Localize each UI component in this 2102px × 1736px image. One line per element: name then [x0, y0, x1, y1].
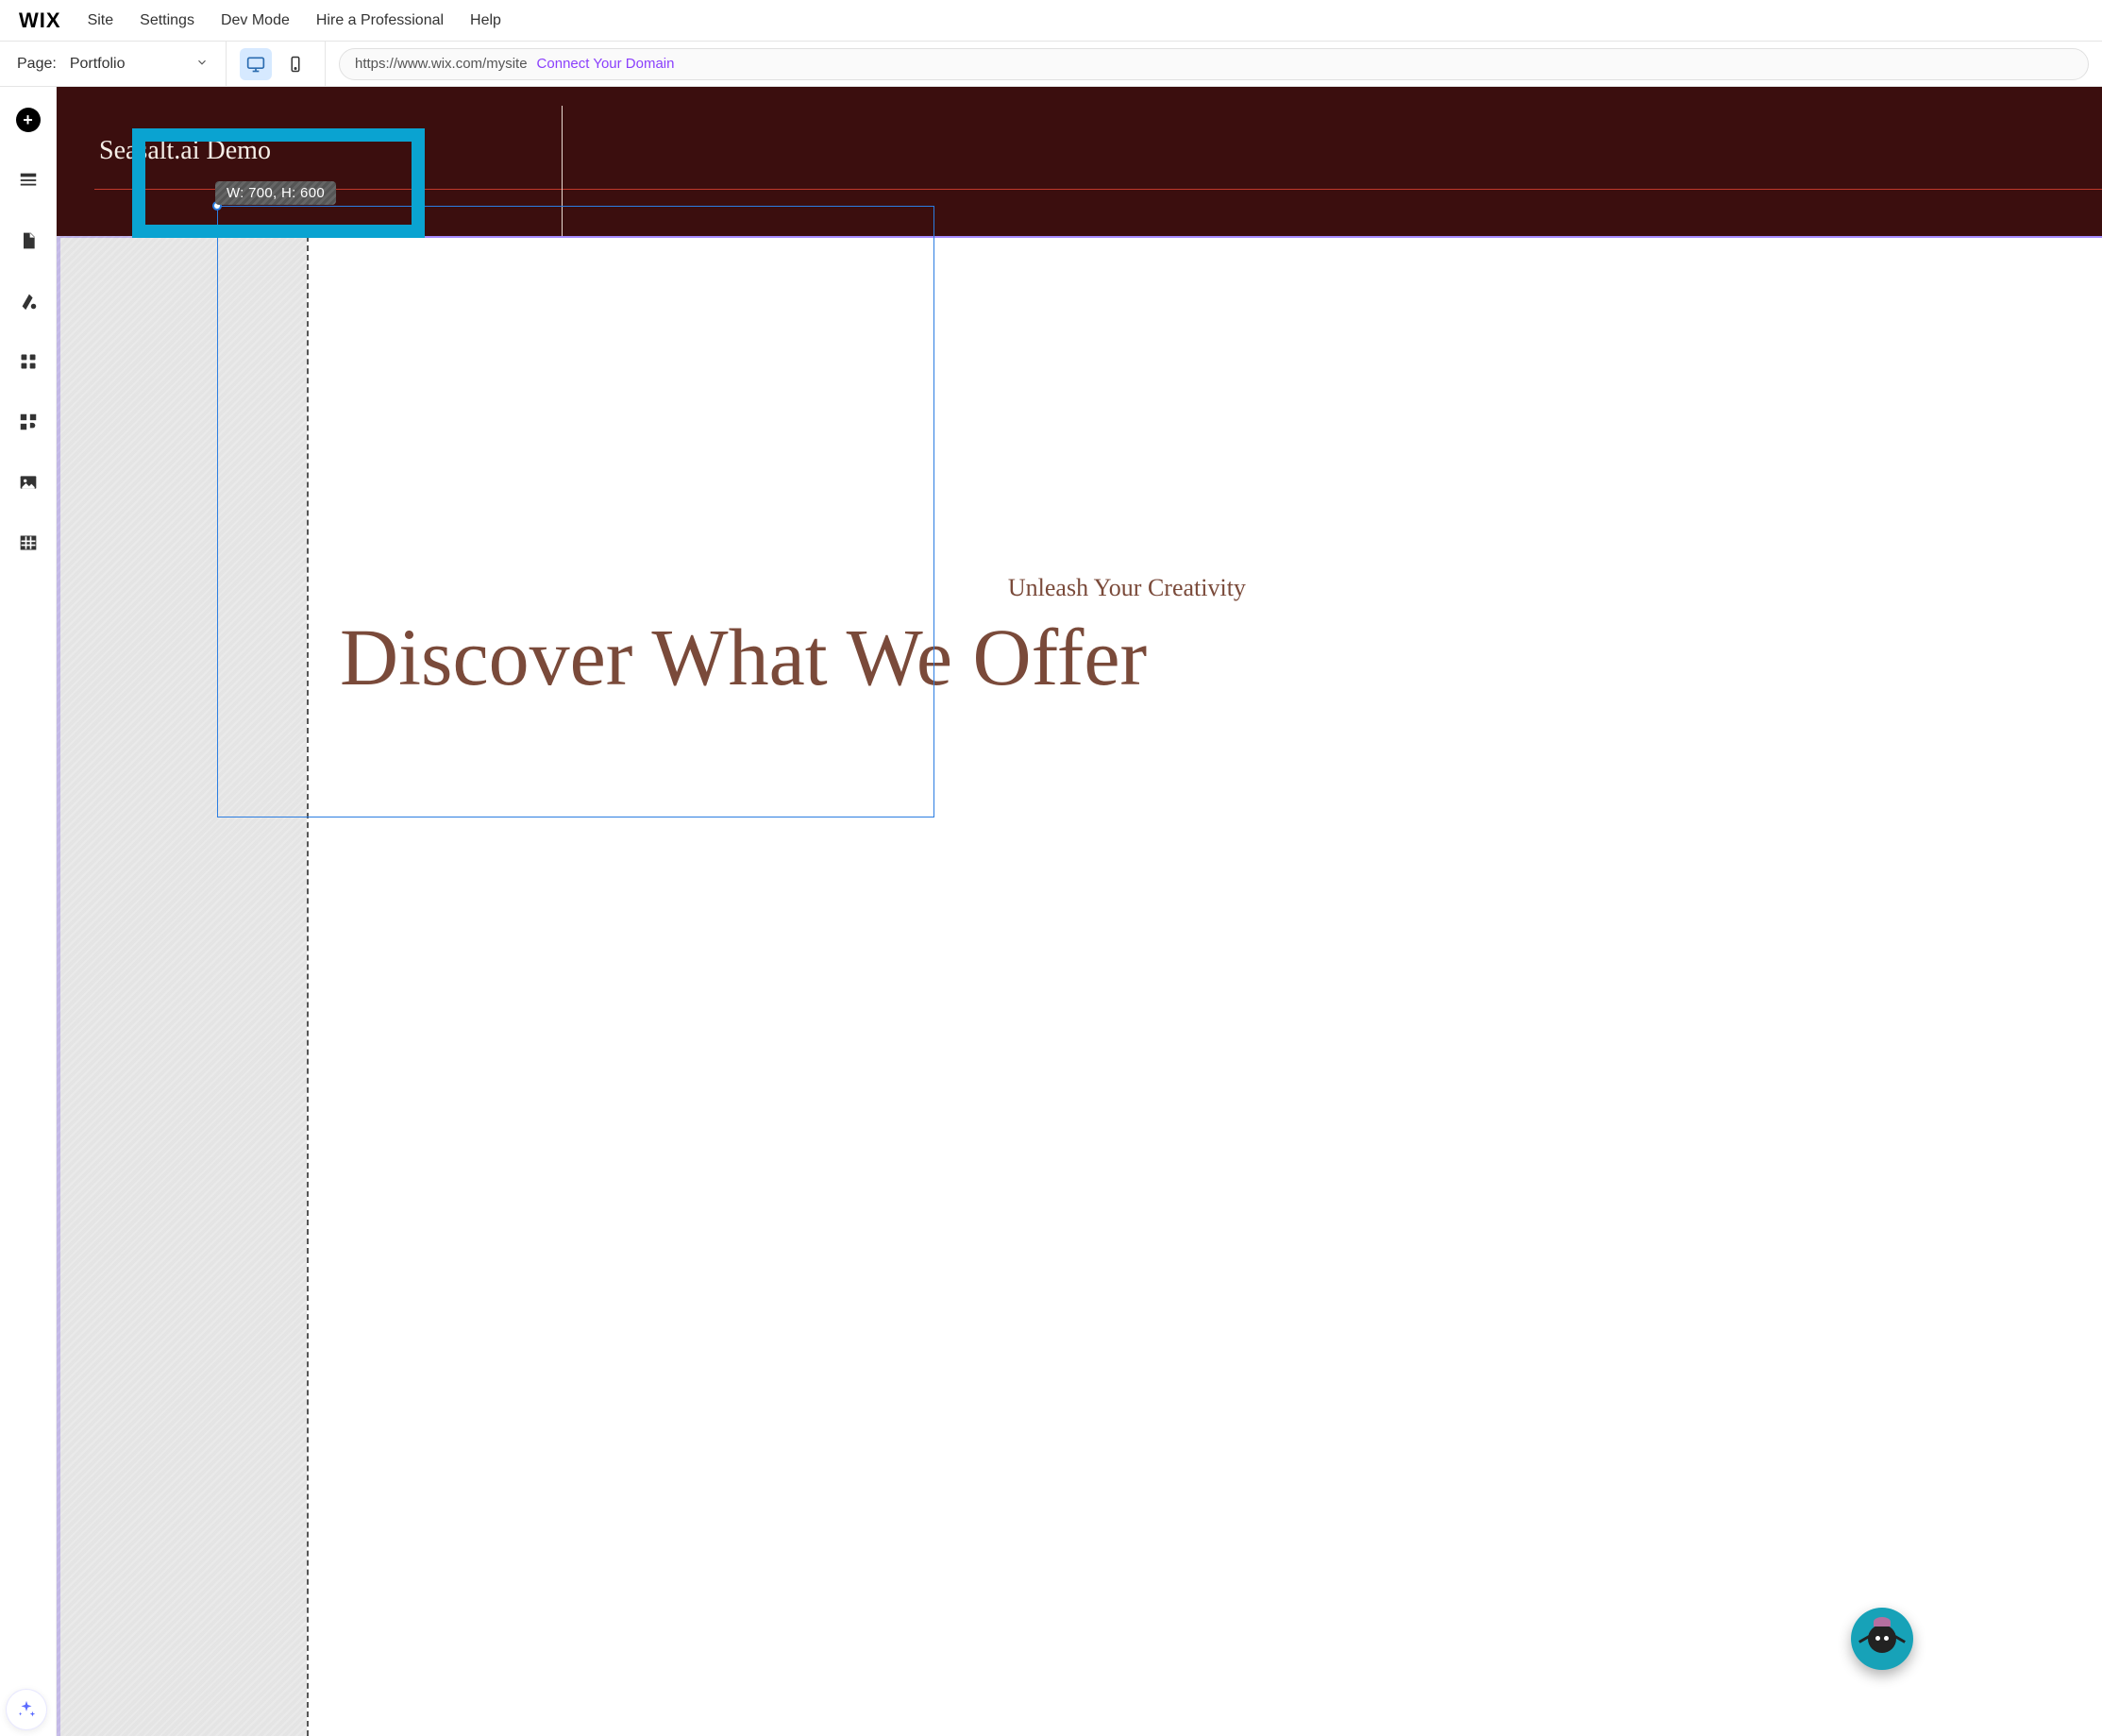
device-toggle: [227, 42, 326, 86]
ai-assistant-button[interactable]: [6, 1689, 47, 1730]
rail-data-button[interactable]: [14, 529, 42, 557]
out-of-bounds-overlay: [57, 236, 307, 1736]
page-name: Portfolio: [70, 56, 182, 73]
hero-title[interactable]: Discover What We Offer: [340, 610, 1147, 704]
mobile-icon: [287, 56, 304, 73]
rail-addons-button[interactable]: [14, 408, 42, 436]
rail-pages-button[interactable]: [14, 227, 42, 255]
desktop-view-button[interactable]: [240, 48, 272, 80]
header-vertical-line: [562, 106, 563, 236]
editor-canvas[interactable]: Seasalt.ai Demo Unleash Your Creativity …: [57, 87, 2102, 1736]
plus-icon: +: [16, 108, 41, 132]
header-divider: [94, 189, 2102, 190]
url-bar-wrap: https://www.wix.com/mysite Connect Your …: [326, 42, 2102, 86]
image-icon: [18, 473, 39, 492]
top-menu-bar: WIX Site Settings Dev Mode Hire a Profes…: [0, 0, 2102, 42]
sections-icon: [18, 170, 39, 191]
chat-widget-button[interactable]: [1851, 1608, 1913, 1670]
theme-icon: [18, 291, 39, 312]
menu-devmode[interactable]: Dev Mode: [221, 12, 290, 29]
page-label: Page:: [17, 56, 57, 73]
apps-icon: [19, 352, 38, 371]
puzzle-icon: [18, 412, 39, 432]
rail-add-button[interactable]: +: [14, 106, 42, 134]
rail-sections-button[interactable]: [14, 166, 42, 194]
rail-theme-button[interactable]: [14, 287, 42, 315]
mobile-view-button[interactable]: [279, 48, 311, 80]
menu-settings[interactable]: Settings: [140, 12, 194, 29]
chevron-down-icon: [195, 56, 209, 72]
rail-apps-button[interactable]: [14, 347, 42, 376]
url-bar[interactable]: https://www.wix.com/mysite Connect Your …: [339, 48, 2089, 80]
size-badge: W: 700, H: 600: [215, 181, 336, 205]
desktop-icon: [246, 55, 265, 74]
page-boundary-line: [307, 236, 309, 1736]
editor-main: + Seasalt.ai Demo: [0, 87, 2102, 1736]
rail-media-button[interactable]: [14, 468, 42, 497]
page-selector[interactable]: Page: Portfolio: [0, 42, 227, 86]
menu-help[interactable]: Help: [470, 12, 501, 29]
site-header[interactable]: Seasalt.ai Demo: [57, 87, 2102, 236]
wix-logo: WIX: [19, 8, 61, 33]
page-icon: [19, 230, 38, 251]
table-icon: [18, 533, 39, 552]
connect-domain-link[interactable]: Connect Your Domain: [537, 56, 675, 72]
site-url: https://www.wix.com/mysite: [355, 56, 528, 72]
canvas-body[interactable]: Unleash Your Creativity Discover What We…: [57, 236, 2102, 1736]
chat-avatar-icon: [1868, 1625, 1896, 1653]
section-edge-top: [57, 236, 2102, 238]
left-rail: +: [0, 87, 57, 1736]
editor-toolbar: Page: Portfolio https://www.wix.com/mysi…: [0, 42, 2102, 87]
hero-subtitle[interactable]: Unleash Your Creativity: [1008, 574, 1246, 602]
menu-site[interactable]: Site: [88, 12, 114, 29]
sparkle-icon: [16, 1699, 37, 1720]
menu-hire[interactable]: Hire a Professional: [316, 12, 444, 29]
site-title[interactable]: Seasalt.ai Demo: [99, 136, 271, 166]
